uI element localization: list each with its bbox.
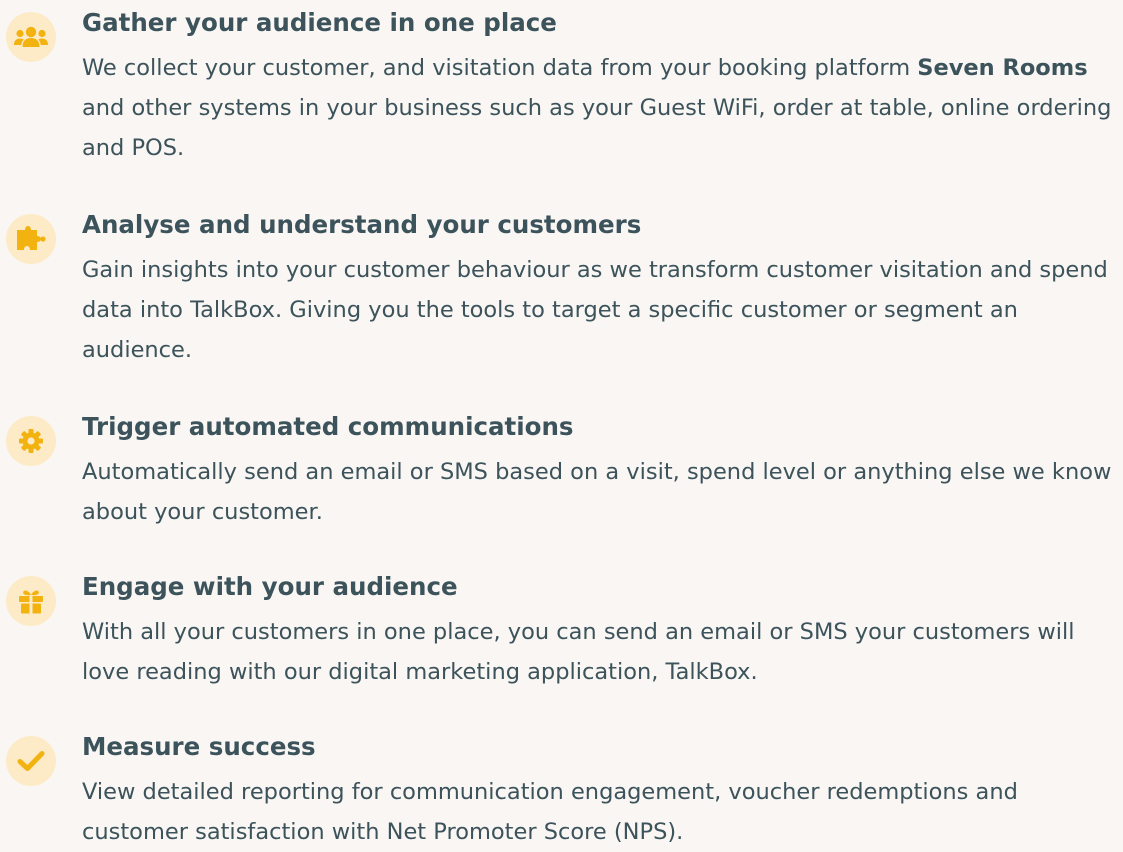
feature-description-text: We collect your customer, and visitation… bbox=[82, 55, 918, 81]
gift-icon bbox=[6, 576, 56, 626]
feature-description-text-continued: and other systems in your business such … bbox=[82, 95, 1112, 161]
users-icon bbox=[6, 12, 56, 62]
feature-description: Automatically send an email or SMS based… bbox=[82, 459, 1112, 525]
feature-description: View detailed reporting for communicatio… bbox=[82, 779, 1018, 845]
feature-title: Engage with your audience bbox=[82, 572, 458, 601]
feature-title: Trigger automated communications bbox=[82, 412, 574, 441]
feature-description: We collect your customer, and visitation… bbox=[82, 48, 1117, 168]
puzzle-icon bbox=[6, 214, 56, 264]
booking-platform-name: Seven Rooms bbox=[917, 55, 1088, 81]
feature-title: Gather your audience in one place bbox=[82, 8, 557, 37]
feature-title: Measure success bbox=[82, 732, 316, 761]
feature-description: With all your customers in one place, yo… bbox=[82, 619, 1075, 685]
checkmark-icon bbox=[6, 736, 56, 786]
feature-description: Gain insights into your customer behavio… bbox=[82, 257, 1108, 363]
gear-icon bbox=[6, 416, 56, 466]
feature-title: Analyse and understand your customers bbox=[82, 210, 642, 239]
